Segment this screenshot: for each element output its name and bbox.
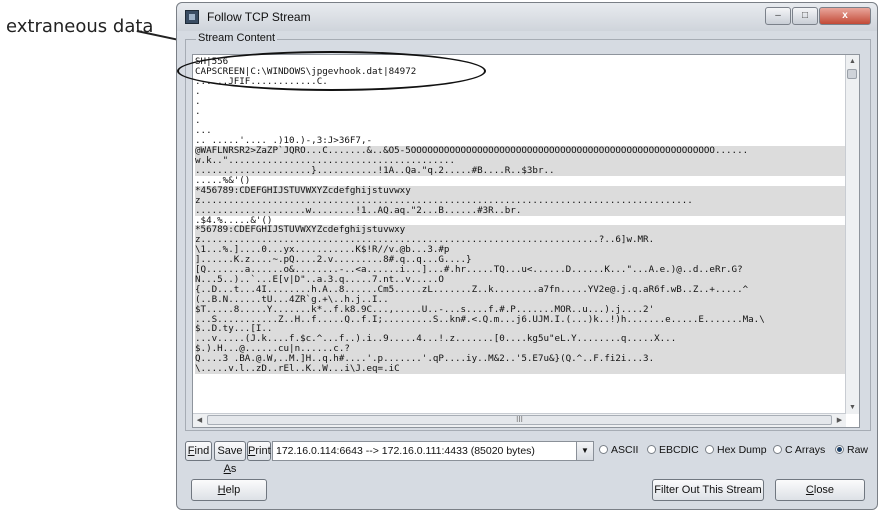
help-label: elp [225, 484, 241, 496]
radio-dot [773, 445, 782, 454]
minimize-button[interactable]: – [765, 7, 791, 25]
format-ascii-label: ASCII [611, 444, 639, 456]
conversation-select[interactable]: 172.16.0.114:6643 --> 172.16.0.111:4433 … [272, 441, 594, 461]
stream-line: .....................}...........!1A..Qa… [195, 166, 845, 176]
find-accel: F [187, 445, 195, 457]
maximize-icon: □ [801, 10, 809, 21]
format-carrays-radio[interactable]: C Arrays [773, 444, 825, 460]
save-as-label-rest: s [230, 463, 237, 475]
close-window-button[interactable]: x [819, 7, 871, 25]
radio-dot-selected [835, 445, 844, 454]
stream-text[interactable]: SH|556 CAPSCREEN|C:\WINDOWS\jpgevhook.dat… [195, 57, 845, 411]
scroll-right-arrow-icon[interactable]: ▶ [833, 414, 846, 427]
annotation-label: extraneous data [6, 16, 154, 37]
stream-content-group: Stream Content SH|556 CAPSCREEN|C:\WINDOW… [185, 32, 871, 431]
format-ebcdic-label: EBCDIC [659, 444, 699, 456]
save-as-label: Save [217, 445, 243, 457]
stream-line: ......JFIF............C. [195, 75, 328, 87]
stream-line: ...S...........Z..H..f.....Q..f.I;......… [195, 314, 845, 325]
follow-tcp-stream-window: Follow TCP Stream – □ x Stream Content S… [176, 2, 878, 510]
format-hexdump-radio[interactable]: Hex Dump [705, 444, 767, 460]
conversation-value: 172.16.0.114:6643 --> 172.16.0.111:4433 … [276, 445, 535, 457]
chevron-down-icon[interactable]: ▼ [576, 442, 593, 460]
horizontal-scrollbar[interactable]: ◀ III ▶ [193, 413, 846, 427]
window-title: Follow TCP Stream [207, 10, 311, 24]
radio-dot [705, 445, 714, 454]
stream-line: \.....v.l..zD..rEl..K..W...i\J.eq=.iC [195, 364, 845, 374]
vertical-scroll-thumb[interactable] [847, 69, 857, 79]
maximize-button[interactable]: □ [792, 7, 818, 25]
find-label: ind [194, 445, 210, 457]
stream-line: . [195, 95, 201, 107]
save-as-button[interactable]: Save As [214, 441, 246, 475]
find-button[interactable]: Find [185, 441, 212, 461]
format-carrays-label: C Arrays [785, 444, 826, 456]
title-bar[interactable]: Follow TCP Stream – □ x [177, 3, 877, 31]
horizontal-scroll-thumb[interactable]: III [207, 415, 832, 425]
radio-dot [599, 445, 608, 454]
print-label: rint [255, 445, 271, 457]
format-raw-radio[interactable]: Raw [835, 444, 868, 460]
close-icon: x [842, 10, 848, 21]
vertical-scrollbar[interactable]: ▲ ▼ [845, 55, 859, 414]
dialog-buttons: Help Filter Out This Stream Close [185, 479, 871, 503]
stream-line: . [195, 105, 201, 117]
stream-line: . [195, 85, 201, 97]
help-accel: H [217, 484, 226, 496]
print-button[interactable]: Print [247, 441, 271, 461]
close-button[interactable]: Close [775, 479, 865, 501]
minimize-icon: – [775, 10, 781, 21]
format-raw-label: Raw [847, 444, 869, 456]
stream-toolbar: Find Save As Print 172.16.0.114:6643 -->… [185, 441, 871, 475]
scroll-up-arrow-icon[interactable]: ▲ [846, 55, 859, 68]
format-ebcdic-radio[interactable]: EBCDIC [647, 444, 699, 460]
format-hexdump-label: Hex Dump [717, 444, 767, 456]
scroll-down-arrow-icon[interactable]: ▼ [846, 401, 859, 414]
wireshark-app-icon [185, 10, 199, 24]
stream-line: ....................w........!1..AQ.aq."… [195, 205, 845, 216]
close-label: lose [813, 484, 835, 496]
close-accel: C [805, 484, 814, 496]
filter-out-label: Filter Out This Stream [654, 484, 762, 496]
filter-out-stream-button[interactable]: Filter Out This Stream [652, 479, 764, 501]
radio-dot [647, 445, 656, 454]
format-ascii-radio[interactable]: ASCII [599, 444, 638, 460]
scroll-grip: III [516, 415, 523, 424]
help-button[interactable]: Help [191, 479, 267, 501]
stream-content-legend: Stream Content [196, 32, 278, 44]
scroll-left-arrow-icon[interactable]: ◀ [193, 414, 206, 427]
save-as-accel: A [223, 463, 231, 475]
stream-line: . [195, 115, 201, 127]
stream-content-textarea[interactable]: SH|556 CAPSCREEN|C:\WINDOWS\jpgevhook.dat… [192, 54, 860, 428]
